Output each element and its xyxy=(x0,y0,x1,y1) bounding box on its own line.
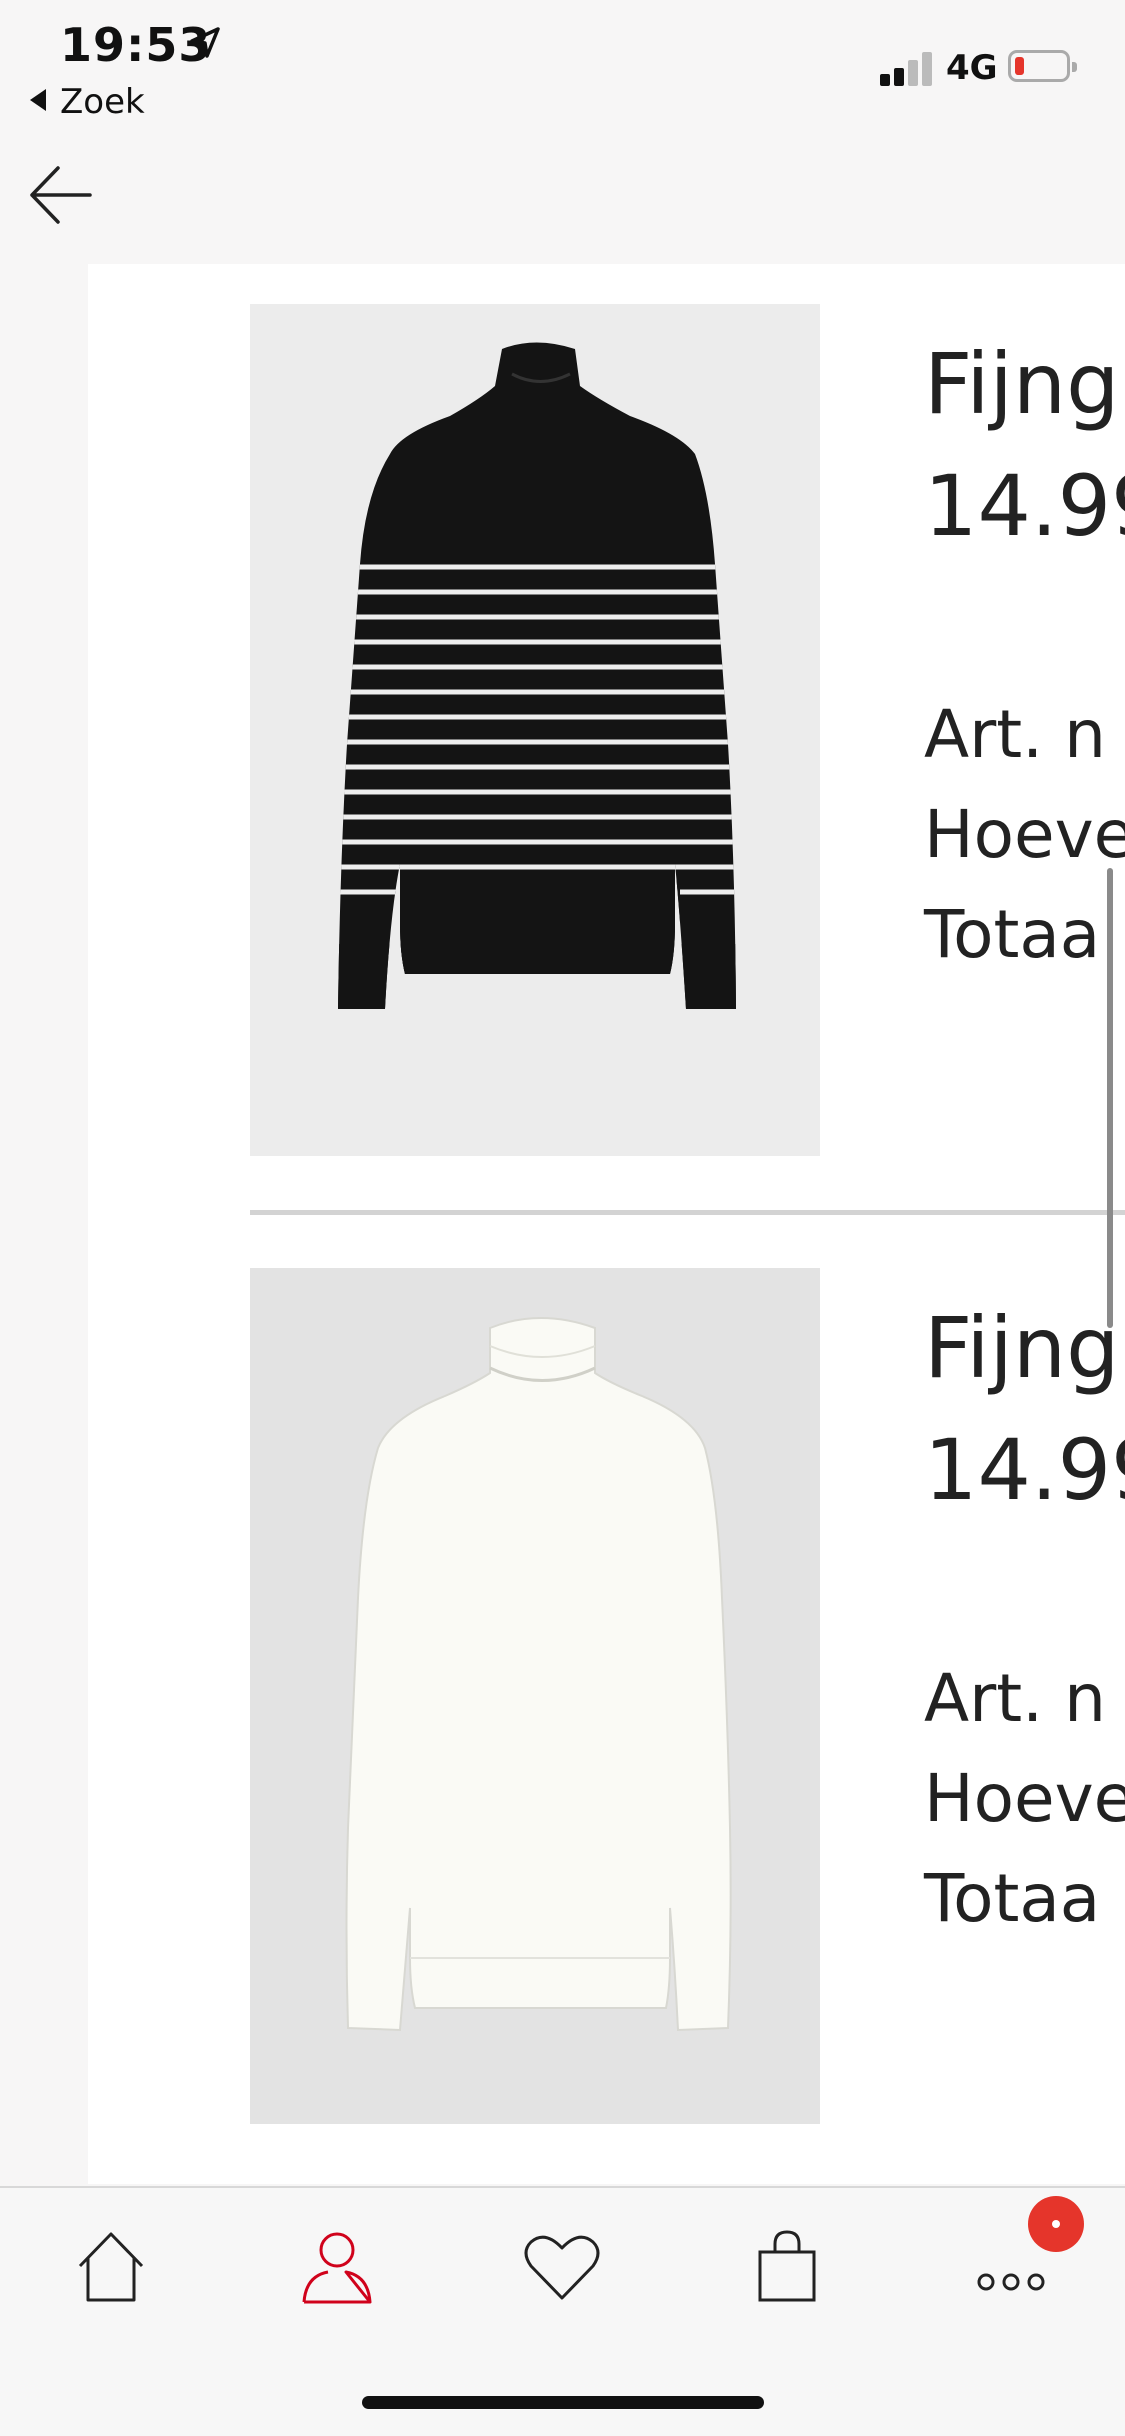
article-number-label: Art. n xyxy=(924,1660,1106,1737)
cart-item: Fijng 14.99 Art. n Hoeve Totaa xyxy=(250,1268,1125,2124)
notification-badge xyxy=(1028,2196,1084,2252)
product-image[interactable] xyxy=(250,1268,820,2124)
total-label: Totaa xyxy=(924,896,1101,973)
home-icon[interactable] xyxy=(66,2222,156,2312)
cellular-signal-icon xyxy=(880,50,934,86)
location-arrow-icon xyxy=(190,27,220,58)
battery-level xyxy=(1015,57,1024,75)
back-to-app-button[interactable]: Zoek xyxy=(30,82,145,122)
product-name[interactable]: Fijng xyxy=(924,342,1119,426)
shopping-bag-icon[interactable] xyxy=(742,2222,832,2312)
status-bar: 19:53 Zoek 4G xyxy=(0,0,1125,140)
total-label: Totaa xyxy=(924,1860,1101,1937)
network-type: 4G xyxy=(946,48,998,88)
back-app-label: Zoek xyxy=(60,82,145,122)
quantity-label: Hoeve xyxy=(924,796,1125,873)
battery-cap xyxy=(1072,62,1077,72)
product-image[interactable] xyxy=(250,304,820,1156)
home-indicator xyxy=(362,2396,764,2409)
badge-dot xyxy=(1052,2220,1060,2228)
quantity-label: Hoeve xyxy=(924,1760,1125,1837)
item-divider xyxy=(250,1210,1125,1215)
scrollbar[interactable] xyxy=(1107,868,1113,1328)
product-price: 14.99 xyxy=(924,457,1125,555)
back-arrow-icon[interactable] xyxy=(26,160,96,230)
cart-content: Fijng 14.99 Art. n Hoeve Totaa Fijng 14.… xyxy=(88,264,1125,2184)
striped-sweater-illustration xyxy=(338,342,736,1009)
cart-item: Fijng 14.99 Art. n Hoeve Totaa xyxy=(250,304,1125,1156)
product-name[interactable]: Fijng xyxy=(924,1306,1119,1390)
article-number-label: Art. n xyxy=(924,696,1106,773)
favorites-icon[interactable] xyxy=(517,2222,607,2312)
product-price: 14.99 xyxy=(924,1421,1125,1519)
account-icon[interactable] xyxy=(292,2222,382,2312)
back-triangle-icon xyxy=(30,89,46,111)
battery-icon xyxy=(1008,50,1077,82)
white-sweater-illustration xyxy=(345,1317,732,2032)
